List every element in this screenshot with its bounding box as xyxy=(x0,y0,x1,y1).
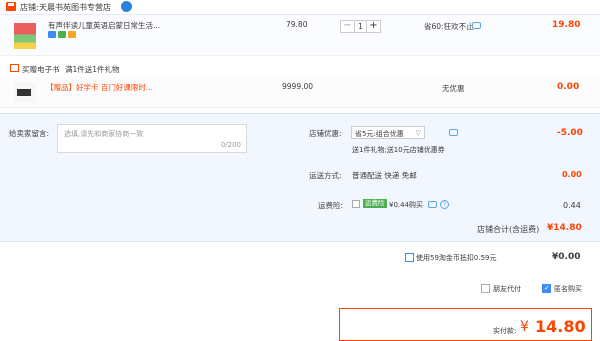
freight-label: 运费险: xyxy=(318,201,344,210)
item-thumbnail[interactable] xyxy=(14,23,36,49)
qty-minus-button[interactable]: − xyxy=(341,21,354,32)
chevron-down-icon: ▽ xyxy=(415,129,421,137)
message-placeholder: 选填,请先和商家协商一致 xyxy=(64,130,144,138)
anonymous-label: 匿名购买 xyxy=(554,285,582,293)
shop-discount-detail: 送1件礼物;送10元店铺优惠券 xyxy=(352,146,445,154)
anonymous-checkbox[interactable] xyxy=(542,284,551,293)
verified-shop-icon[interactable] xyxy=(121,1,132,12)
gift-unit-price: 9999.00 xyxy=(282,82,314,91)
quantity-stepper: − 1 + xyxy=(340,20,381,33)
message-label: 给卖家留言: xyxy=(9,129,50,138)
message-counter: 0/200 xyxy=(220,141,241,149)
gift-title-link[interactable]: 【赠品】好学卡 百门好课限时... xyxy=(46,82,153,93)
freight-chat-icon[interactable] xyxy=(428,201,437,208)
shop-total-row: 店铺合计(含运费) ¥14.80 xyxy=(0,217,600,242)
shop-discount-selected: 省5元:组合优惠 xyxy=(355,130,404,138)
freight-insurance-row xyxy=(0,197,600,217)
order-item-row: 有声伴读儿童英语启蒙日常生活... 79.80 − 1 + 省60:狂欢不止 1… xyxy=(0,14,600,56)
freight-amount: 0.44 xyxy=(563,201,581,210)
discount-chat-icon[interactable] xyxy=(449,129,458,136)
qty-input[interactable]: 1 xyxy=(354,21,367,32)
delivery-amount: 0.00 xyxy=(562,170,582,179)
gift-item-row: 【赠品】好学卡 百门好课限时... 9999.00 无优惠 0.00 xyxy=(0,77,600,108)
payment-summary: 实付款: ¥ 14.80 xyxy=(339,308,592,341)
card-icon[interactable] xyxy=(68,31,76,38)
gift-icon xyxy=(10,64,19,72)
gift-subtotal: 0.00 xyxy=(557,82,580,92)
gift-header-label: 买赠电子书 xyxy=(22,65,60,74)
shop-label: 店铺: xyxy=(20,3,39,12)
taojinbi-label: 使用59淘金币抵扣0.59元 xyxy=(416,254,497,262)
shop-total-label: 店铺合计(含运费) xyxy=(477,225,540,234)
shop-icon xyxy=(6,2,16,11)
message-textarea[interactable]: 选填,请先和商家协商一致 0/200 xyxy=(57,124,247,153)
qty-plus-button[interactable]: + xyxy=(367,21,380,32)
pay-label: 实付款: xyxy=(493,327,517,335)
shop-total-value: ¥14.80 xyxy=(547,223,582,233)
guarantee-icon[interactable] xyxy=(58,31,66,38)
pay-total: 14.80 xyxy=(535,317,586,336)
chat-icon[interactable] xyxy=(472,22,481,29)
freight-badge: 运费险 xyxy=(363,199,387,208)
item-title-link[interactable]: 有声伴读儿童英语启蒙日常生活... xyxy=(48,20,160,31)
gift-discount: 无优惠 xyxy=(442,84,465,93)
item-unit-price: 79.80 xyxy=(286,20,308,29)
shop-name-link[interactable]: 天晨书苑图书专营店 xyxy=(39,2,111,13)
friend-pay-checkbox[interactable] xyxy=(481,284,490,293)
item-promo: 省60:狂欢不止 xyxy=(424,22,474,31)
item-subtotal: 19.80 xyxy=(552,20,581,30)
gift-card-icon xyxy=(17,89,31,96)
shop-header: 店铺: 天晨书苑图书专营店 xyxy=(0,0,600,14)
gift-header-desc: 满1件送1件礼物 xyxy=(65,65,120,74)
freight-value: ¥0.44购买 xyxy=(389,201,424,209)
gift-thumbnail[interactable] xyxy=(14,83,36,103)
freight-checkbox[interactable] xyxy=(352,200,360,208)
help-icon[interactable]: ? xyxy=(440,200,449,209)
delivery-value: 普通配送 快递 免邮 xyxy=(352,171,417,180)
shop-discount-select[interactable]: 省5元:组合优惠 ▽ xyxy=(351,126,425,139)
friend-pay-label: 朋友代付 xyxy=(493,285,521,293)
shop-discount-label: 店铺优惠: xyxy=(309,129,342,138)
taojinbi-checkbox[interactable] xyxy=(405,253,414,262)
taojinbi-value: ¥0.00 xyxy=(552,252,581,262)
pay-currency: ¥ xyxy=(520,319,529,335)
shop-discount-amount: -5.00 xyxy=(557,128,583,138)
delivery-label: 运送方式: xyxy=(309,171,342,180)
item-badges xyxy=(48,31,76,38)
7day-return-icon[interactable] xyxy=(48,31,56,38)
